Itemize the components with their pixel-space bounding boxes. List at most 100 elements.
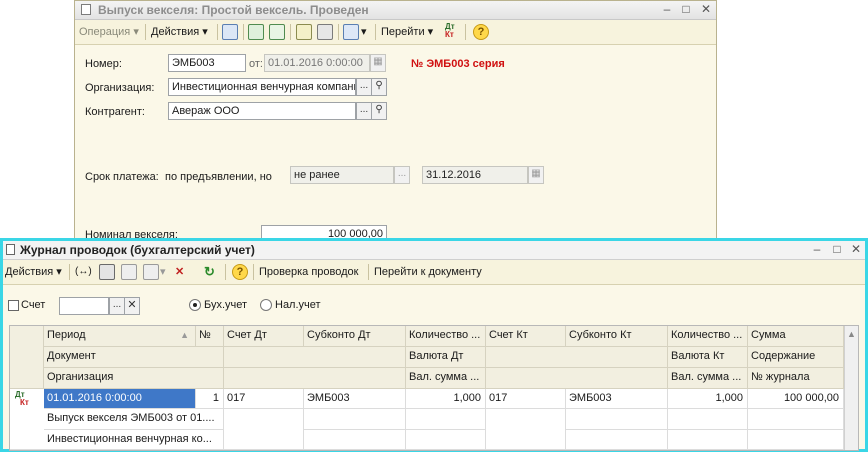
column-subconto-dt[interactable]: Субконто Дт <box>304 326 406 347</box>
account-filter-field[interactable] <box>59 297 109 315</box>
date-label: от: <box>249 58 263 70</box>
account-filter-clear-icon[interactable]: ✕ <box>124 297 140 315</box>
contractor-label: Контрагент: <box>85 106 145 118</box>
column-sum[interactable]: Сумма <box>748 326 844 347</box>
row-subconto-kt-cell[interactable]: ЭМБ003 <box>566 389 668 409</box>
organization-search-icon[interactable]: ⚲ <box>371 78 387 96</box>
document-window: Выпуск векселя: Простой вексель. Проведе… <box>74 0 717 244</box>
column-document[interactable]: Документ <box>44 347 224 368</box>
payment-condition-field[interactable]: не ранее <box>290 166 394 184</box>
row-period-cell[interactable]: 01.01.2016 0:00:00 <box>44 389 196 409</box>
close-icon[interactable]: ✕ <box>698 2 714 17</box>
scroll-up-icon[interactable]: ▲ <box>847 329 856 339</box>
based-on-dropdown-icon[interactable]: ▾ <box>361 24 367 40</box>
clear-filter-icon[interactable]: ✕ <box>175 264 184 280</box>
column-content[interactable]: Содержание <box>748 347 844 368</box>
actions-menu[interactable]: Действия ▾ <box>151 24 208 40</box>
print-icon[interactable] <box>317 24 333 40</box>
organization-field[interactable]: Инвестиционная венчурная компани <box>168 78 356 96</box>
help-icon[interactable]: ? <box>232 264 248 280</box>
refresh-icon[interactable]: ↻ <box>204 264 215 280</box>
row-subconto-dt-cell[interactable]: ЭМБ003 <box>304 389 406 409</box>
journal-actions-menu[interactable]: Действия ▾ <box>5 264 62 280</box>
filter-history-icon[interactable] <box>143 264 159 280</box>
minimize-icon[interactable]: – <box>809 242 825 257</box>
toggle-parentheses-icon[interactable]: (↔) <box>75 264 92 280</box>
journal-title: Журнал проводок (бухгалтерский учет) <box>20 243 255 257</box>
payment-calendar-icon[interactable]: ▦ <box>528 166 544 184</box>
journal-toolbar: Действия ▾ (↔) ▾ ✕ ↻ ? Проверка проводок… <box>3 260 865 285</box>
column-cur-sum-kt[interactable]: Вал. сумма ... <box>668 368 748 389</box>
vertical-scrollbar[interactable]: ▲ <box>844 326 858 450</box>
radio-buh[interactable] <box>189 299 201 311</box>
post-and-close-icon[interactable] <box>222 24 238 40</box>
account-filter-checkbox[interactable] <box>8 300 19 311</box>
row-organization-cell[interactable]: Инвестиционная венчурная ко... <box>44 430 224 450</box>
column-currency-kt[interactable]: Валюта Кт <box>668 347 748 368</box>
radio-selected-dot <box>193 303 197 307</box>
column-journal-no[interactable]: № журнала <box>748 368 844 389</box>
maximize-icon[interactable]: □ <box>678 2 694 17</box>
calendar-icon[interactable]: ▦ <box>370 54 386 72</box>
column-account-kt[interactable]: Счет Кт <box>486 326 566 347</box>
row-num-cell[interactable]: 1 <box>196 389 224 409</box>
column-organization[interactable]: Организация <box>44 368 224 389</box>
account-filter-label: Счет <box>21 299 46 311</box>
document-header-badge: № ЭМБ003 серия <box>411 58 505 70</box>
filter-icon[interactable] <box>99 264 115 280</box>
copy-icon[interactable] <box>296 24 312 40</box>
goto-menu[interactable]: Перейти ▾ <box>381 24 433 40</box>
radio-nal-label: Нал.учет <box>275 299 321 311</box>
table-row-icon: Дт Кт <box>10 389 44 450</box>
maximize-icon[interactable]: □ <box>829 242 845 257</box>
row-account-kt-cell[interactable]: 017 <box>486 389 566 409</box>
filter-history-dropdown-icon[interactable]: ▾ <box>160 264 166 280</box>
dt-kt-icon: Дт Кт <box>15 390 29 407</box>
radio-buh-label: Бух.учет <box>204 299 248 311</box>
date-field[interactable]: 01.01.2016 0:00:00 <box>264 54 370 72</box>
help-icon[interactable]: ? <box>473 24 489 40</box>
column-currency-dt[interactable]: Валюта Дт <box>406 347 486 368</box>
filter-by-value-icon[interactable] <box>121 264 137 280</box>
number-label: Номер: <box>85 58 122 70</box>
document-window-title: Выпуск векселя: Простой вексель. Проведе… <box>98 3 369 17</box>
contractor-select-button[interactable]: ... <box>356 102 372 120</box>
minimize-icon[interactable]: – <box>659 2 675 17</box>
unpost-icon[interactable] <box>269 24 285 40</box>
operation-menu[interactable]: Операция ▾ <box>79 24 139 40</box>
dt-kt-icon[interactable]: Дт Кт <box>445 23 455 39</box>
radio-nal[interactable] <box>260 299 272 311</box>
column-qty-dt[interactable]: Количество ... <box>406 326 486 347</box>
account-filter-select-button[interactable]: ... <box>109 297 125 315</box>
close-icon[interactable]: ✕ <box>848 242 864 257</box>
entries-table: Период ▲ № Счет Дт Субконто Дт Количество… <box>9 325 859 451</box>
contractor-search-icon[interactable]: ⚲ <box>371 102 387 120</box>
row-sum-cell[interactable]: 100 000,00 <box>748 389 844 409</box>
post-icon[interactable] <box>248 24 264 40</box>
goto-document-button[interactable]: Перейти к документу <box>374 264 482 280</box>
journal-icon <box>6 244 15 255</box>
payment-date-field[interactable]: 31.12.2016 <box>422 166 528 184</box>
check-entries-button[interactable]: Проверка проводок <box>259 264 358 280</box>
column-num[interactable]: № <box>196 326 224 347</box>
payment-term-mode: по предъявлении, но <box>165 171 272 183</box>
payment-condition-select-button[interactable]: ... <box>394 166 410 184</box>
based-on-icon[interactable] <box>343 24 359 40</box>
column-account-dt[interactable]: Счет Дт <box>224 326 304 347</box>
contractor-field[interactable]: Авераж ООО <box>168 102 356 120</box>
organization-label: Организация: <box>85 82 155 94</box>
column-period[interactable]: Период ▲ <box>44 326 196 347</box>
number-field[interactable]: ЭМБ003 <box>168 54 246 72</box>
row-document-cell[interactable]: Выпуск векселя ЭМБ003 от 01.... <box>44 409 224 430</box>
column-cur-sum-dt[interactable]: Вал. сумма ... <box>406 368 486 389</box>
column-qty-kt[interactable]: Количество ... <box>668 326 748 347</box>
journal-filter-bar: Счет ... ✕ Бух.учет Нал.учет <box>3 285 865 325</box>
organization-select-button[interactable]: ... <box>356 78 372 96</box>
row-qty-dt-cell[interactable]: 1,000 <box>406 389 486 409</box>
journal-titlebar: Журнал проводок (бухгалтерский учет) – □… <box>3 241 865 260</box>
row-account-dt-cell[interactable]: 017 <box>224 389 304 409</box>
column-subconto-kt[interactable]: Субконто Кт <box>566 326 668 347</box>
sort-indicator-icon: ▲ <box>180 330 189 340</box>
row-qty-kt-cell[interactable]: 1,000 <box>668 389 748 409</box>
payment-term-label: Срок платежа: <box>85 171 159 183</box>
